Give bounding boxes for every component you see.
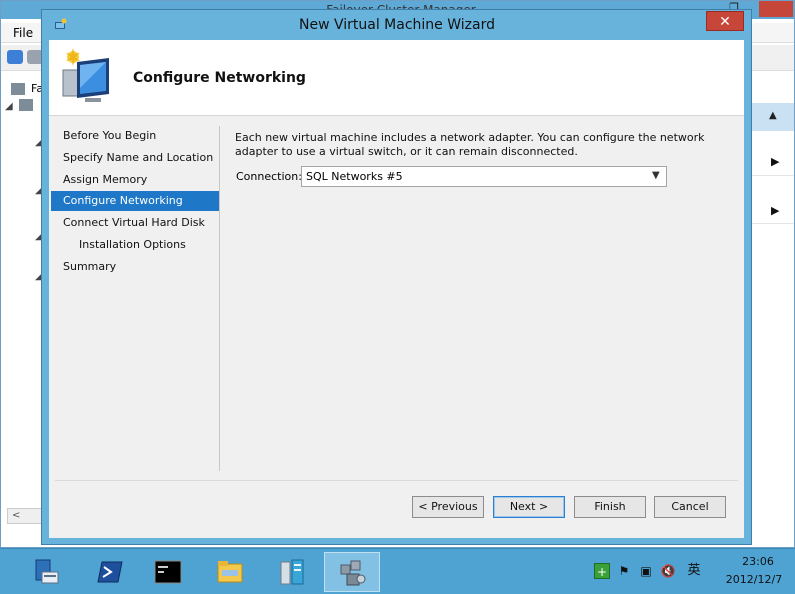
powershell-icon	[97, 561, 123, 583]
new-virtual-machine-wizard: New Virtual Machine Wizard ✕ Configure N…	[41, 9, 752, 545]
file-explorer-icon	[217, 561, 243, 583]
taskbar-server-manager[interactable]	[18, 552, 74, 592]
connection-label: Connection:	[236, 170, 302, 183]
server-manager-icon	[35, 559, 59, 584]
virtual-machine-monitor-icon	[62, 48, 109, 102]
back-arrow-icon[interactable]	[7, 50, 23, 64]
chevron-right-icon[interactable]: ▶	[771, 204, 779, 217]
actions-header[interactable]: ▲	[749, 103, 794, 131]
connection-selected-value: SQL Networks #5	[306, 170, 403, 183]
taskbar-file-explorer[interactable]	[202, 552, 258, 592]
divider	[749, 175, 794, 176]
clock-date[interactable]: 2012/12/7	[716, 573, 792, 586]
wizard-titlebar[interactable]: New Virtual Machine Wizard ✕	[42, 10, 751, 40]
flag-icon[interactable]: ⚑	[616, 563, 632, 579]
divider	[749, 223, 794, 224]
network-icon[interactable]: ▣	[638, 563, 654, 579]
taskbar-hyperv-manager[interactable]	[264, 552, 320, 592]
vertical-divider	[219, 126, 220, 471]
security-center-icon[interactable]: +	[594, 563, 610, 579]
wizard-title-icon	[55, 18, 67, 29]
wizard-step[interactable]: Configure Networking	[51, 191, 219, 212]
previous-button[interactable]: < Previous	[412, 496, 484, 518]
hyperv-manager-icon	[280, 559, 304, 585]
chevron-right-icon[interactable]: ▶	[771, 155, 779, 168]
next-button[interactable]: Next >	[493, 496, 565, 518]
failover-cluster-manager-icon	[340, 560, 366, 586]
wizard-step[interactable]: Specify Name and Location	[51, 148, 219, 168]
expand-triangle-icon[interactable]: ◢	[5, 101, 13, 112]
close-button[interactable]: ✕	[706, 11, 744, 31]
footer-divider	[55, 480, 738, 481]
cluster-icon	[11, 83, 25, 95]
finish-button[interactable]: Finish	[574, 496, 646, 518]
console-tree: Fa ◢ ◢ ◢ ◢ ◢	[1, 73, 45, 543]
wizard-step[interactable]: Before You Begin	[51, 126, 219, 146]
page-description: Each new virtual machine includes a netw…	[235, 131, 705, 158]
wizard-step[interactable]: Installation Options	[51, 235, 219, 255]
clock-time[interactable]: 23:06	[728, 555, 788, 568]
scroll-left-icon[interactable]: <	[12, 510, 20, 521]
wizard-steps-nav: Before You Begin Specify Name and Locatio…	[49, 126, 219, 471]
wizard-step[interactable]: Summary	[51, 257, 219, 277]
page-title: Configure Networking	[133, 70, 306, 86]
speaker-muted-icon[interactable]: 🔇	[660, 563, 676, 579]
wizard-step[interactable]: Connect Virtual Hard Disk	[51, 213, 219, 233]
actions-pane: ▲ ▶ ▶	[749, 73, 794, 543]
taskbar-failover-cluster-manager[interactable]	[324, 552, 380, 592]
taskbar: + ⚑ ▣ 🔇 英 23:06 2012/12/7	[0, 548, 795, 594]
wizard-client-area: Configure Networking Before You Begin Spe…	[49, 40, 744, 538]
menu-file[interactable]: File	[13, 26, 33, 40]
collapse-up-icon[interactable]: ▲	[769, 110, 777, 121]
cancel-button[interactable]: Cancel	[654, 496, 726, 518]
horizontal-scrollbar[interactable]: <	[7, 508, 45, 524]
taskbar-powershell[interactable]	[82, 552, 138, 592]
cluster-node-icon	[19, 99, 33, 111]
wizard-header: Configure Networking	[49, 40, 744, 116]
connection-dropdown[interactable]: SQL Networks #5 ▼	[301, 166, 667, 187]
wizard-step[interactable]: Assign Memory	[51, 170, 219, 190]
chevron-down-icon[interactable]: ▼	[652, 170, 660, 181]
taskbar-command-prompt[interactable]	[140, 552, 196, 592]
wizard-title: New Virtual Machine Wizard	[299, 17, 495, 33]
ime-indicator[interactable]: 英	[686, 563, 702, 579]
background-close-button[interactable]	[759, 1, 793, 17]
command-prompt-icon	[154, 560, 182, 584]
